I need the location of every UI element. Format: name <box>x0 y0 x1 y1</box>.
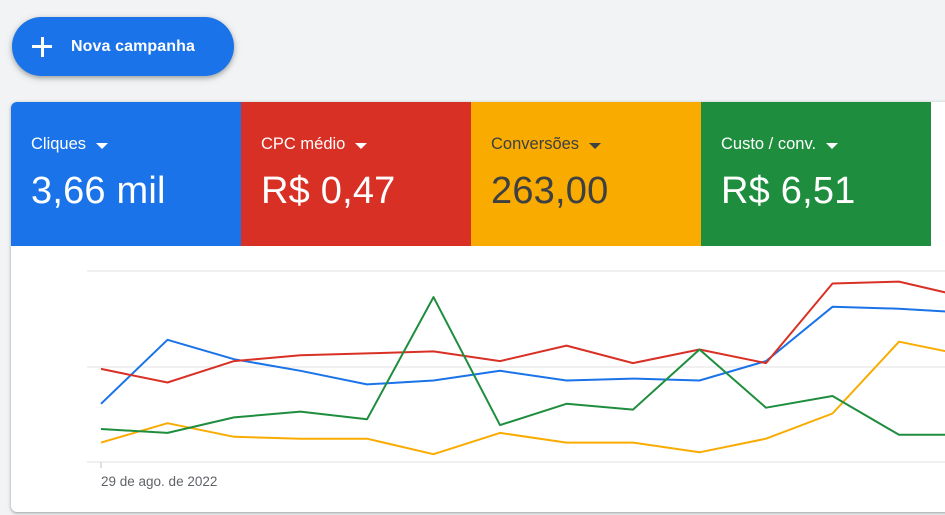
new-campaign-button[interactable]: Nova campanha <box>12 17 234 76</box>
metric-label: Conversões <box>491 135 580 153</box>
metric-tile-conversions[interactable]: Conversões 263,00 <box>471 102 701 246</box>
dropdown-caret-icon[interactable] <box>826 142 839 149</box>
series-layer <box>100 280 945 456</box>
metric-tile-clicks[interactable]: Cliques 3,66 mil <box>11 102 241 246</box>
dropdown-caret-icon[interactable] <box>589 142 602 149</box>
new-campaign-label: Nova campanha <box>71 37 196 55</box>
performance-card: Cliques 3,66 mil CPC médio R$ 0,47 Conve… <box>11 102 945 512</box>
performance-line-chart: 29 de ago. de 2022 <box>87 270 945 489</box>
metric-value: 263,00 <box>491 170 609 212</box>
metric-label: Custo / conv. <box>721 135 817 153</box>
metric-value: R$ 6,51 <box>721 170 856 212</box>
dropdown-caret-icon[interactable] <box>355 142 368 149</box>
metric-tiles: Cliques 3,66 mil CPC médio R$ 0,47 Conve… <box>11 102 945 246</box>
metric-label: CPC médio <box>261 135 346 153</box>
x-axis-start-label: 29 de ago. de 2022 <box>101 474 217 489</box>
plus-icon <box>31 36 53 58</box>
metric-value: 3,66 mil <box>31 170 166 212</box>
dropdown-caret-icon[interactable] <box>96 142 109 149</box>
metric-value: R$ 0,47 <box>261 170 396 212</box>
metric-tile-cost-per-conv[interactable]: Custo / conv. R$ 6,51 <box>701 102 931 246</box>
metric-tile-avg-cpc[interactable]: CPC médio R$ 0,47 <box>241 102 471 246</box>
metric-label: Cliques <box>31 135 87 153</box>
